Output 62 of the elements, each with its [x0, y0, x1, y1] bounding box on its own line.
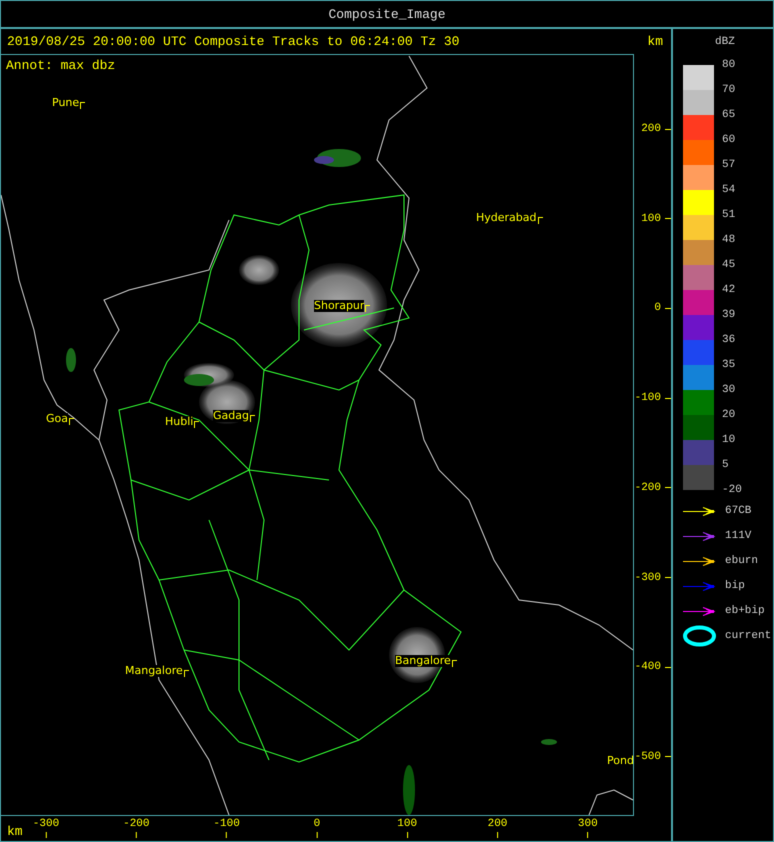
axis-label: -200 — [634, 482, 661, 494]
city-marker-icon — [80, 102, 86, 109]
scale-label: 35 — [722, 358, 736, 373]
scale-label: 20 — [722, 408, 736, 423]
scale-label: 70 — [722, 83, 736, 98]
scale-label: 42 — [722, 283, 736, 298]
axis-label: -400 — [634, 661, 661, 674]
track-label: current — [725, 629, 772, 643]
scale-label: 57 — [722, 158, 736, 173]
scale-label: 80 — [722, 58, 736, 73]
city-label: Goa — [46, 413, 68, 425]
scale-label: 48 — [722, 233, 736, 248]
city-marker-icon — [184, 670, 189, 677]
scale-label: 60 — [722, 133, 736, 148]
city-label: Shorapur — [314, 300, 364, 312]
axis-label: -100 — [213, 818, 240, 830]
axis-unit: km — [7, 824, 23, 839]
axis-label: 200 — [488, 818, 508, 830]
scale-label: 10 — [722, 433, 736, 448]
city-marker-icon — [250, 415, 255, 422]
composite-header: 2019/08/25 20:00:00 UTC Composite Tracks to 06:24:00 Tz 30 — [7, 34, 460, 49]
window-title: Composite_Image — [1, 1, 773, 29]
scale-unit: dBZ — [715, 36, 735, 48]
scale-label: 45 — [722, 258, 736, 273]
track-label: eburn — [725, 554, 758, 568]
axis-label: -100 — [634, 392, 661, 404]
axis-label: 300 — [578, 818, 598, 830]
axis-label: -300 — [634, 572, 661, 584]
city-label: Hyderabad — [476, 212, 536, 224]
axis-label: 100 — [397, 818, 418, 830]
axis-label: 0 — [654, 302, 661, 314]
track-label: bip — [725, 579, 745, 593]
axis-label: 0 — [314, 818, 320, 830]
scale-label: 65 — [722, 108, 736, 123]
track-label: 111V — [725, 529, 752, 543]
scale-label: 30 — [722, 383, 736, 398]
track-label: eb+bip — [725, 604, 765, 618]
city-label: Mangalore — [125, 665, 183, 677]
scale-label: -20 — [722, 483, 742, 497]
city-marker-icon — [194, 421, 200, 428]
city-marker-icon — [452, 660, 457, 667]
city-label: Bangalore — [395, 655, 451, 667]
scale-label: 5 — [722, 458, 730, 473]
city-marker-icon — [365, 305, 370, 312]
annotation-text: Annot: max dbz — [6, 58, 116, 73]
axis-label: -300 — [32, 818, 60, 830]
axis-unit: km — [647, 34, 663, 49]
axis-label: 200 — [641, 123, 661, 135]
axis-label: -500 — [634, 750, 661, 763]
city-label: Hubli — [165, 416, 194, 428]
track-label: 67CB — [725, 504, 752, 518]
scale-label: 36 — [722, 333, 736, 348]
axis-label: 100 — [641, 212, 661, 225]
scale-label: 39 — [722, 308, 736, 323]
city-marker-icon — [538, 217, 542, 224]
scale-label: 54 — [722, 183, 736, 198]
scale-label: 51 — [722, 208, 736, 223]
axis-label: -200 — [123, 818, 150, 830]
city-label: Pond — [607, 755, 633, 767]
city-label: Gadag — [213, 410, 249, 422]
city-label: Pune — [52, 97, 80, 109]
city-marker-icon — [69, 418, 74, 425]
